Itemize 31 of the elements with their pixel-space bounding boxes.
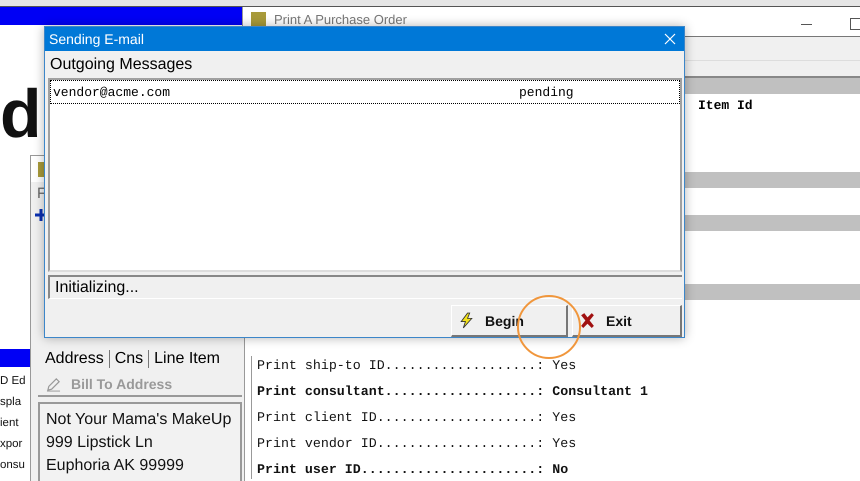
selection-bar xyxy=(0,349,32,367)
maximize-button[interactable] xyxy=(850,18,860,30)
list-text: onsu xyxy=(0,458,26,473)
list-label: Outgoing Messages xyxy=(49,55,194,75)
pencil-icon xyxy=(46,376,61,392)
logo-letter: d xyxy=(0,80,42,148)
tab[interactable]: Cns xyxy=(108,350,148,368)
exit-button[interactable]: Exit xyxy=(572,305,682,337)
window-title: Print A Purchase Order xyxy=(274,12,407,27)
list-text: ient xyxy=(0,416,20,431)
status-field: Initializing... xyxy=(48,275,682,299)
app-icon xyxy=(251,12,266,27)
report-line: Print consultant...................: Consultant 1 xyxy=(257,383,649,401)
address-line: Euphoria AK 99999 xyxy=(46,456,185,476)
tab[interactable]: Address xyxy=(43,350,109,368)
list-text: xpor xyxy=(0,437,24,452)
lightning-icon xyxy=(458,312,475,329)
report-line: Print user ID......................: No xyxy=(257,461,570,479)
report-line: Print vendor ID....................: Yes xyxy=(257,435,578,453)
column-header: Item Id xyxy=(698,98,753,113)
address-line: Not Your Mama's MakeUp xyxy=(46,410,232,430)
close-icon[interactable] xyxy=(664,33,676,45)
address-line: 999 Lipstick Ln xyxy=(46,433,154,453)
report-line: Print client ID....................: Yes xyxy=(257,409,578,427)
dialog-title: Sending E-mail xyxy=(49,31,144,47)
message-row[interactable]: vendor@acme.com pending xyxy=(50,80,680,104)
report-line: Print ship-to ID...................: Yes xyxy=(257,357,578,375)
tab[interactable]: Line Item xyxy=(148,350,225,368)
list-text: spla xyxy=(0,395,22,410)
list-text: D Ed xyxy=(0,374,27,389)
x-icon xyxy=(579,312,596,329)
